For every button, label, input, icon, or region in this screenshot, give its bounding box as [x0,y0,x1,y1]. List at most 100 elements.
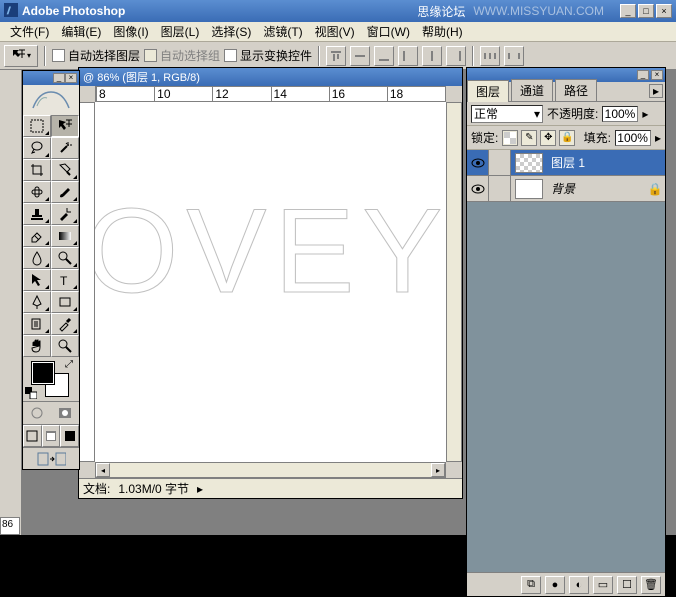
type-tool[interactable]: T [51,269,79,291]
canvas[interactable]: OVEY [95,102,446,462]
healing-tool[interactable] [23,181,51,203]
menu-file[interactable]: 文件(F) [4,21,55,42]
fill-label: 填充: [584,129,611,146]
delete-layer-button[interactable]: 🗑 [641,576,661,594]
fill-arrow-icon[interactable]: ▸ [655,131,661,145]
maximize-button[interactable]: □ [638,4,654,18]
panel-menu-button[interactable]: ▸ [649,84,663,98]
layer-row[interactable]: 图层 1 [467,150,665,176]
standard-mode-button[interactable] [23,402,51,424]
panel-minimize-button[interactable]: _ [637,70,649,80]
lasso-tool[interactable] [23,137,51,159]
layer-mask-button[interactable]: ◐ [569,576,589,594]
pen-tool[interactable] [23,291,51,313]
ruler-vertical[interactable] [79,102,95,462]
layers-footer: ⧉ ● ◐ ▭ ☐ 🗑 [467,572,665,596]
screen-standard-button[interactable] [23,425,42,447]
jump-to-imageready-button[interactable] [23,447,79,469]
opacity-input[interactable]: 100% [602,106,638,122]
slice-tool[interactable] [51,159,79,181]
fill-input[interactable]: 100% [615,130,651,146]
minimize-button[interactable]: _ [620,4,636,18]
dodge-tool[interactable] [51,247,79,269]
gradient-tool[interactable] [51,225,79,247]
blur-tool[interactable] [23,247,51,269]
status-menu-arrow[interactable]: ▸ [197,482,203,496]
layer-visibility-toggle[interactable] [467,150,489,175]
menu-filter[interactable]: 滤镜(T) [257,21,308,42]
distribute-h2-button[interactable] [504,46,524,66]
screen-full-button[interactable] [60,425,79,447]
align-bottom-button[interactable] [374,46,394,66]
lock-all-button[interactable]: 🔒 [559,130,575,146]
ruler-horizontal[interactable]: 8 10 12 14 16 18 [95,86,446,102]
hand-tool[interactable] [23,335,51,357]
menu-view[interactable]: 视图(V) [309,21,361,42]
menu-layer[interactable]: 图层(L) [155,21,206,42]
menu-help[interactable]: 帮助(H) [416,21,469,42]
layer-style-button[interactable]: ● [545,576,565,594]
history-brush-tool[interactable] [51,203,79,225]
distribute-h1-button[interactable] [480,46,500,66]
menu-window[interactable]: 窗口(W) [361,21,416,42]
link-layers-button[interactable]: ⧉ [521,576,541,594]
opacity-arrow-icon[interactable]: ▸ [642,107,648,121]
new-layer-button[interactable]: ☐ [617,576,637,594]
tab-channels[interactable]: 通道 [511,79,553,101]
layer-visibility-toggle[interactable] [467,176,489,201]
layer-link-cell[interactable] [489,176,511,201]
tab-layers[interactable]: 图层 [467,80,509,102]
scroll-left-button[interactable]: ◂ [96,463,110,477]
menu-edit[interactable]: 编辑(E) [55,21,107,42]
menu-select[interactable]: 选择(S) [205,21,257,42]
tab-paths[interactable]: 路径 [555,79,597,101]
toolbox-close-button[interactable]: × [65,73,77,83]
path-select-tool[interactable] [23,269,51,291]
align-top-button[interactable] [326,46,346,66]
lock-position-button[interactable]: ✥ [540,130,556,146]
quickmask-mode-button[interactable] [51,402,79,424]
foreground-color[interactable] [31,361,55,385]
zoom-tool[interactable] [51,335,79,357]
tool-preset-picker[interactable]: ▾ [4,45,38,67]
scrollbar-vertical[interactable] [446,102,462,462]
toolbox-minimize-button[interactable]: _ [53,73,65,83]
close-button[interactable]: × [656,4,672,18]
menu-image[interactable]: 图像(I) [107,21,154,42]
align-vcenter-button[interactable] [350,46,370,66]
marquee-tool[interactable] [23,115,51,137]
align-hcenter-button[interactable] [422,46,442,66]
brush-tool[interactable] [51,181,79,203]
scroll-right-button[interactable]: ▸ [431,463,445,477]
status-doc-label: 文档: [83,480,110,497]
align-right-button[interactable] [446,46,466,66]
eyedropper-tool[interactable] [51,313,79,335]
layer-name[interactable]: 背景 [547,180,645,197]
align-left-button[interactable] [398,46,418,66]
crop-tool[interactable] [23,159,51,181]
layer-name[interactable]: 图层 1 [547,154,665,171]
zoom-input-mini[interactable]: 86 [0,517,20,535]
layer-thumbnail[interactable] [515,179,543,199]
notes-tool[interactable] [23,313,51,335]
move-tool[interactable] [51,115,79,137]
lock-transparent-button[interactable] [502,130,518,146]
lock-image-button[interactable]: ✎ [521,130,537,146]
layer-row[interactable]: 背景 🔒 [467,176,665,202]
wand-tool[interactable] [51,137,79,159]
layer-thumbnail[interactable] [515,153,543,173]
panel-close-button[interactable]: × [651,70,663,80]
blend-mode-select[interactable]: 正常▾ [471,105,543,123]
swap-colors-icon[interactable]: ⤢ [65,359,73,370]
layer-link-cell[interactable] [489,150,511,175]
eye-icon [471,158,485,168]
screen-fullmenu-button[interactable] [42,425,61,447]
auto-select-layer-checkbox[interactable]: 自动选择图层 [52,47,140,64]
stamp-tool[interactable] [23,203,51,225]
show-transform-checkbox[interactable]: 显示变换控件 [224,47,312,64]
new-group-button[interactable]: ▭ [593,576,613,594]
default-colors-icon[interactable] [25,387,37,399]
eraser-tool[interactable] [23,225,51,247]
shape-tool[interactable] [51,291,79,313]
scrollbar-horizontal[interactable]: ◂ ▸ [95,462,446,478]
